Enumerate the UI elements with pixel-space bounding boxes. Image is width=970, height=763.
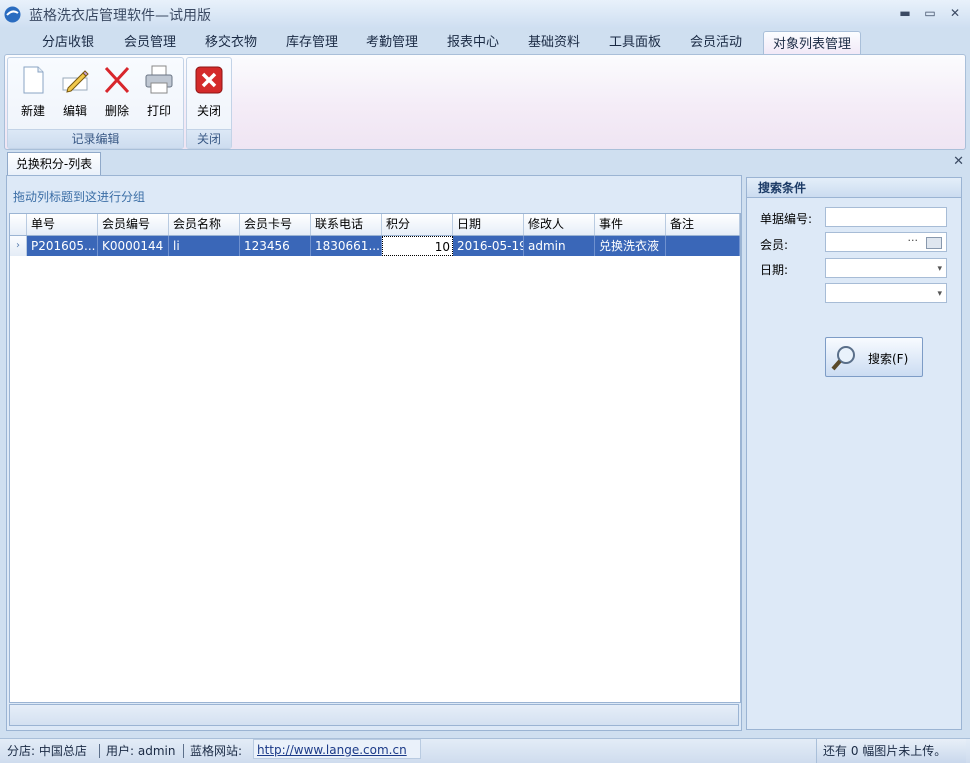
search-button[interactable]: 搜索(F) [825, 337, 923, 377]
tab-transfer-clothes[interactable]: 移交衣物 [195, 30, 267, 54]
new-label: 新建 [20, 104, 45, 118]
date-to-input[interactable]: ▾ [825, 283, 947, 303]
tab-tools[interactable]: 工具面板 [599, 30, 671, 54]
col-header-card-no[interactable]: 会员卡号 [240, 214, 311, 235]
delete-button[interactable]: 删除 [96, 62, 138, 120]
printer-icon [145, 65, 173, 94]
header-indicator-cell [10, 214, 27, 235]
ribbon-group-close: 关闭 关闭 [186, 57, 232, 149]
cell-member-name[interactable]: li [169, 236, 240, 256]
col-header-event[interactable]: 事件 [595, 214, 666, 235]
print-button[interactable]: 打印 [138, 62, 180, 120]
group-label-record-edit: 记录编辑 [8, 129, 183, 148]
edit-label: 编辑 [62, 104, 87, 118]
cell-bill-no[interactable]: P201605... [27, 236, 98, 256]
col-header-date[interactable]: 日期 [453, 214, 524, 235]
title-bar: 蓝格洗衣店管理软件—试用版 ▬ ▭ ✕ [0, 0, 970, 28]
app-logo-icon [4, 6, 21, 23]
group-by-hint[interactable]: 拖动列标题到这进行分组 [13, 188, 145, 205]
cell-points[interactable]: 10 [382, 236, 453, 256]
cell-phone[interactable]: 1830661... [311, 236, 382, 256]
doc-tab-points-exchange[interactable]: 兑换积分-列表 [7, 152, 101, 175]
ribbon-panel: 新建 编辑 删除 打印 记录编辑 关闭 关闭 [4, 54, 966, 150]
cell-member-id[interactable]: K0000144 [98, 236, 169, 256]
new-button[interactable]: 新建 [12, 62, 54, 120]
status-user: 用户: admin [106, 744, 176, 758]
maximize-button[interactable]: ▭ [920, 4, 940, 22]
member-input[interactable]: ··· [825, 232, 947, 252]
col-header-points[interactable]: 积分 [382, 214, 453, 235]
member-label: 会员: [760, 238, 789, 252]
delete-label: 删除 [104, 104, 129, 118]
col-header-phone[interactable]: 联系电话 [311, 214, 382, 235]
cell-event[interactable]: 兑换洗衣液 [595, 236, 666, 256]
tab-member-management[interactable]: 会员管理 [114, 30, 186, 54]
search-panel: 搜索条件 单据编号: 会员: ··· 日期: ▾ ▾ 搜索(F) [746, 177, 962, 730]
close-window-button[interactable]: ✕ [945, 4, 965, 22]
tab-reports[interactable]: 报表中心 [437, 30, 509, 54]
search-button-label: 搜索(F) [868, 352, 909, 366]
data-grid[interactable]: 单号 会员编号 会员名称 会员卡号 联系电话 积分 日期 修改人 事件 备注 ›… [9, 213, 741, 703]
tab-member-activity[interactable]: 会员活动 [680, 30, 752, 54]
bill-no-input[interactable] [825, 207, 947, 227]
bill-no-label: 单据编号: [760, 212, 813, 226]
cell-modifier[interactable]: admin [524, 236, 595, 256]
status-separator [183, 744, 184, 758]
upload-status: 还有 0 幅图片未上传。 [816, 739, 966, 763]
tab-attendance[interactable]: 考勤管理 [356, 30, 428, 54]
doc-close-icon[interactable]: ✕ [953, 154, 964, 169]
window-title: 蓝格洗衣店管理软件—试用版 [29, 8, 211, 24]
magnifier-icon [831, 346, 855, 371]
close-red-icon [195, 66, 223, 94]
date-label: 日期: [760, 263, 789, 277]
new-document-icon [23, 66, 44, 94]
group-label-close: 关闭 [187, 129, 231, 148]
cell-remark[interactable] [666, 236, 740, 256]
ribbon-tabs: 分店收银 会员管理 移交衣物 库存管理 考勤管理 报表中心 基础资料 工具面板 … [0, 30, 970, 55]
col-header-modifier[interactable]: 修改人 [524, 214, 595, 235]
edit-button[interactable]: 编辑 [54, 62, 96, 120]
table-row[interactable]: › P201605... K0000144 li 123456 1830661.… [10, 236, 740, 256]
ribbon-group-record-edit: 新建 编辑 删除 打印 记录编辑 [7, 57, 184, 149]
row-indicator-icon[interactable]: › [10, 236, 27, 256]
close-label: 关闭 [196, 104, 221, 118]
status-separator [99, 744, 100, 758]
status-site-label: 蓝格网站: [190, 744, 243, 758]
chevron-down-icon[interactable]: ▾ [937, 264, 942, 274]
status-branch: 分店: 中国总店 [7, 744, 87, 758]
minimize-button[interactable]: ▬ [895, 4, 915, 22]
cell-date[interactable]: 2016-05-19 [453, 236, 524, 256]
col-header-remark[interactable]: 备注 [666, 214, 740, 235]
list-panel: 拖动列标题到这进行分组 单号 会员编号 会员名称 会员卡号 联系电话 积分 日期… [6, 175, 742, 731]
site-link[interactable]: http://www.lange.com.cn [253, 739, 421, 759]
member-card-icon[interactable] [926, 237, 942, 249]
status-bar: 分店: 中国总店 用户: admin 蓝格网站: http://www.lang… [0, 738, 970, 763]
print-label: 打印 [146, 104, 171, 118]
search-panel-header: 搜索条件 [747, 178, 961, 198]
date-from-input[interactable]: ▾ [825, 258, 947, 278]
cell-card-no[interactable]: 123456 [240, 236, 311, 256]
tab-base-data[interactable]: 基础资料 [518, 30, 590, 54]
tab-branch-cashier[interactable]: 分店收银 [32, 30, 104, 54]
col-header-member-name[interactable]: 会员名称 [169, 214, 240, 235]
col-header-member-id[interactable]: 会员编号 [98, 214, 169, 235]
member-browse-button[interactable]: ··· [908, 234, 919, 247]
tab-object-list[interactable]: 对象列表管理 [763, 31, 861, 55]
tab-inventory[interactable]: 库存管理 [276, 30, 348, 54]
grid-footer [9, 704, 739, 726]
close-button[interactable]: 关闭 [188, 62, 230, 120]
delete-x-icon [104, 66, 130, 94]
document-tab-bar: 兑换积分-列表 ✕ [4, 150, 966, 175]
col-header-bill-no[interactable]: 单号 [27, 214, 98, 235]
grid-header: 单号 会员编号 会员名称 会员卡号 联系电话 积分 日期 修改人 事件 备注 [10, 214, 740, 236]
pencil-icon [62, 70, 89, 93]
chevron-down-icon[interactable]: ▾ [937, 289, 942, 299]
